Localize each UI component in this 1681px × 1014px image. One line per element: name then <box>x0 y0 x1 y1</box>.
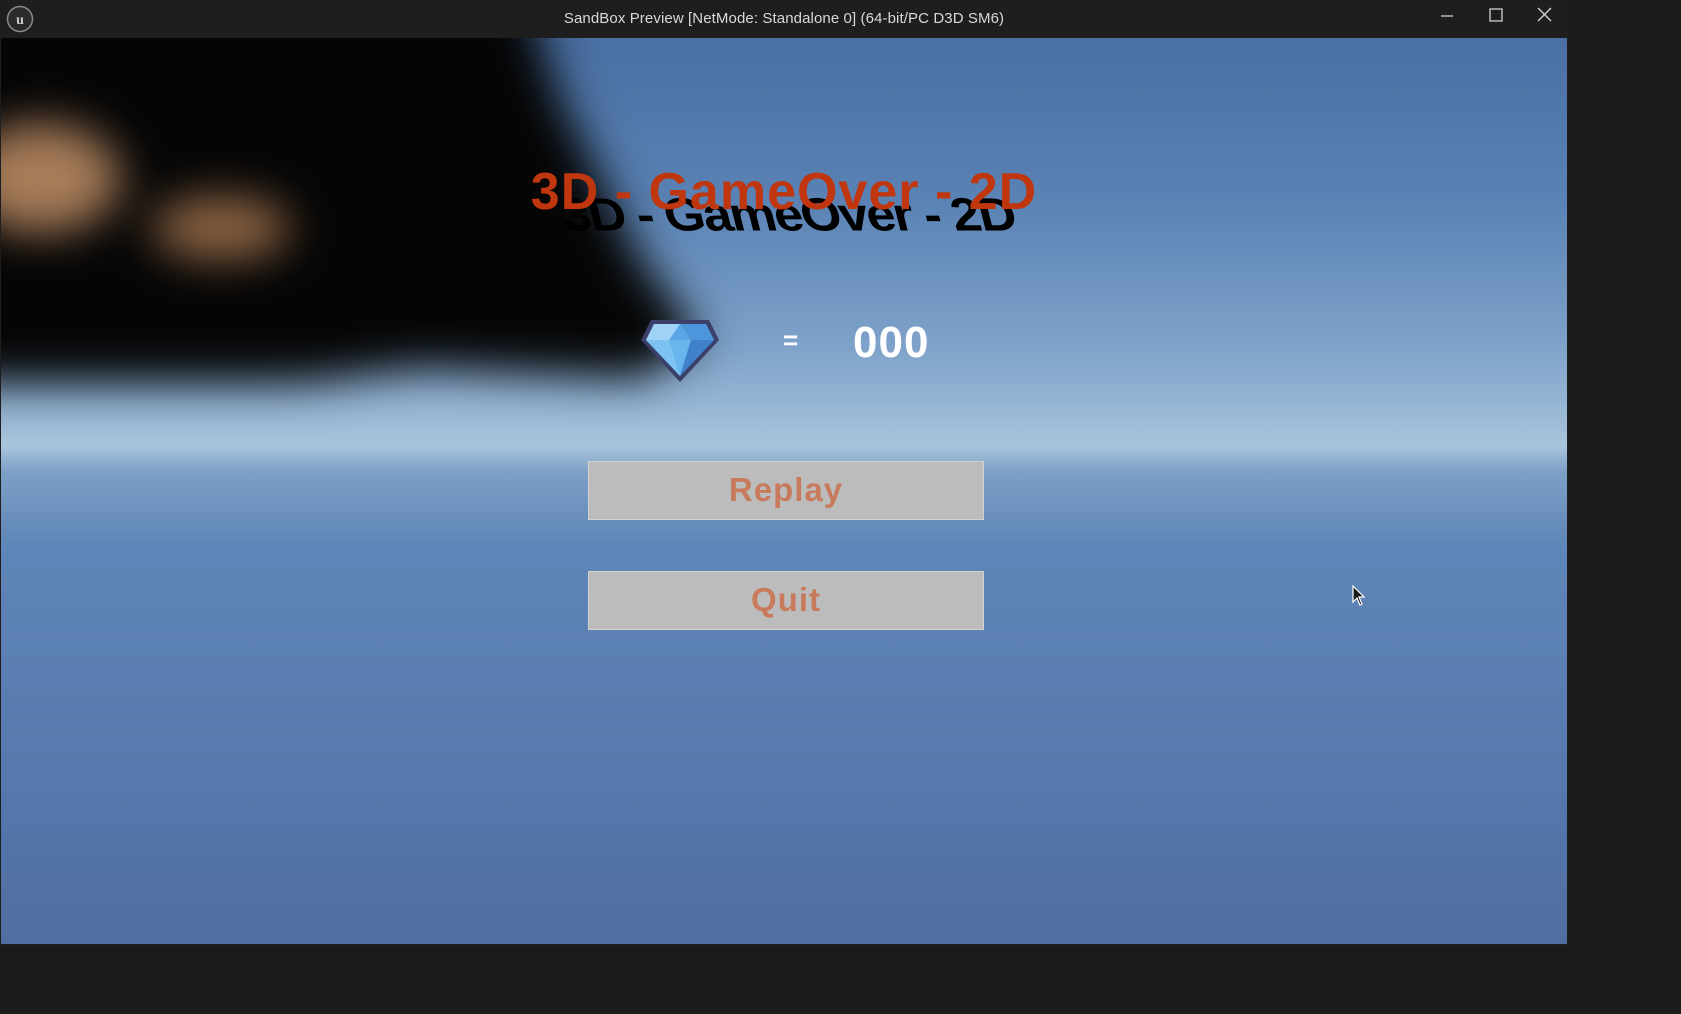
maximize-icon[interactable] <box>1471 0 1519 32</box>
replay-button[interactable]: Replay <box>588 461 984 520</box>
equals-sign: = <box>783 325 799 355</box>
window-title: SandBox Preview [NetMode: Standalone 0] … <box>563 10 1005 27</box>
game-over-headline: 3D - GameOver - 2D <box>530 163 1038 221</box>
title-bar[interactable]: u SandBox Preview [NetMode: Standalone 0… <box>0 0 1568 38</box>
game-preview-window: u SandBox Preview [NetMode: Standalone 0… <box>0 0 1568 946</box>
game-viewport[interactable]: 3D - GameOver - 2D 3D - GameOver - 2D = … <box>1 38 1567 944</box>
close-icon[interactable] <box>1520 0 1568 32</box>
blue-diamond-icon <box>641 320 719 382</box>
gem-score: 000 <box>853 318 930 367</box>
mouse-cursor-icon <box>1352 585 1366 606</box>
minimize-icon[interactable] <box>1422 0 1470 32</box>
quit-button[interactable]: Quit <box>588 571 984 630</box>
